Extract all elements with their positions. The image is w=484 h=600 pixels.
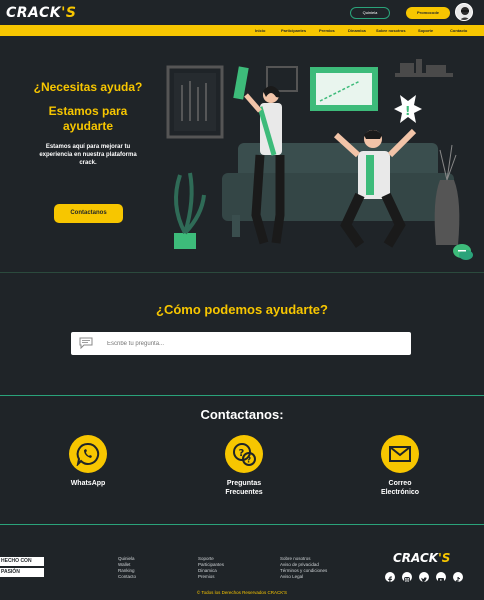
footer-link-premios[interactable]: Premios (198, 574, 224, 580)
twitter-icon[interactable] (419, 572, 429, 583)
contact-us-button[interactable]: Contactanos (54, 204, 123, 223)
footer-link-aviso-legal[interactable]: Aviso Legal (280, 574, 327, 580)
nav-item-sobre-nosotros[interactable]: Sobre nosotros (376, 25, 406, 36)
footer-link-contacto[interactable]: Contacto (118, 574, 136, 580)
mail-icon (389, 446, 411, 462)
contact-title: Contactanos: (200, 407, 284, 422)
svg-text:!: ! (405, 104, 410, 118)
nav-item-soporte[interactable]: Soporte (418, 25, 433, 36)
footer-badge: PASIÓN (0, 568, 44, 577)
faq-label: Preguntas (226, 480, 262, 487)
faq-option[interactable]: ? ? Preguntas Frecuentes (204, 435, 284, 497)
main-nav: Inicio Participantes Premios Dinamica So… (0, 25, 484, 36)
tiktok-icon[interactable] (453, 572, 463, 583)
faq-icon: ? ? (233, 443, 256, 466)
quiniela-button[interactable]: Quiniela (350, 7, 390, 19)
help-title: ¿Cómo podemos ayudarte? (156, 302, 328, 317)
facebook-icon[interactable] (385, 572, 395, 584)
hero-illustration: ! (166, 59, 460, 249)
chat-icon (79, 337, 93, 349)
chat-bubble-icon[interactable] (452, 242, 474, 262)
avatar[interactable] (455, 3, 473, 21)
search-input[interactable] (107, 336, 397, 351)
nav-item-inicio[interactable]: Inicio (255, 25, 265, 36)
footer-badge: HECHO CON (0, 557, 44, 566)
hero-description: Estamos aquí para mejorar tu experiencia… (39, 144, 137, 166)
whatsapp-label: WhatsApp (70, 480, 106, 487)
svg-text:?: ? (247, 456, 252, 465)
nav-item-premios[interactable]: Premios (319, 25, 335, 36)
hero-title: Estamos para ayudarte (48, 104, 128, 133)
footer-logo[interactable]: CRACK'S (393, 551, 450, 565)
email-option[interactable]: Correo Electrónico (360, 435, 440, 497)
email-label-2: Electrónico (380, 489, 420, 496)
footer-column-3: Sobre nosotros Aviso de privacidad Térmi… (280, 556, 327, 580)
top-header: CRACK'S Quiniela Promocode (0, 0, 484, 25)
faq-label-2: Frecuentes (225, 489, 263, 496)
divider (0, 524, 484, 525)
divider (0, 395, 484, 396)
email-label: Correo (388, 480, 412, 487)
search-box (71, 332, 411, 355)
nav-item-dinamica[interactable]: Dinamica (348, 25, 366, 36)
nav-item-participantes[interactable]: Participantes (281, 25, 306, 36)
nav-item-contacto[interactable]: Contacto (450, 25, 467, 36)
footer-column-2: Soporte Participantes Dinamica Premios (198, 556, 224, 580)
instagram-icon[interactable] (402, 572, 412, 583)
promocode-button[interactable]: Promocode (406, 7, 450, 19)
logo[interactable]: CRACK'S (6, 5, 76, 21)
copyright-text: © Todos los Derechos Reservados CRACK'S (196, 590, 288, 595)
footer-column-1: Quiniela Wallet Ranking Contacto (118, 556, 136, 580)
hero-question: ¿Necesitas ayuda? (33, 80, 143, 94)
youtube-icon[interactable] (436, 572, 446, 582)
whatsapp-icon (76, 442, 100, 466)
whatsapp-option[interactable]: WhatsApp (48, 435, 128, 488)
divider (0, 272, 484, 273)
